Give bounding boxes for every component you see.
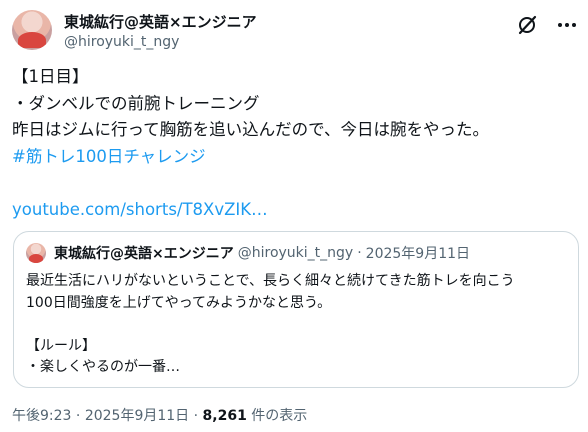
post-time[interactable]: 午後9:23 [12, 408, 71, 424]
quoted-separator: · [357, 245, 362, 261]
quoted-line: 最近生活にハリがないということで、長らく細々と続けてきた筋トレを向こう [26, 273, 515, 289]
quoted-line: 【ルール】 [26, 337, 96, 354]
author-block: 東城紘行@英語×エンジニア @hiroyuki_t_ngy [64, 13, 257, 52]
quoted-avatar [26, 243, 46, 263]
post-line: 【1日目】 [12, 67, 89, 86]
post-header: 東城紘行@英語×エンジニア @hiroyuki_t_ngy [12, 10, 578, 56]
post-line: ・ダンベルでの前腕トレーニング [12, 93, 260, 113]
quoted-line: ・楽しくやるのが一番… [26, 359, 180, 375]
grok-icon[interactable] [516, 14, 538, 36]
avatar[interactable] [12, 10, 52, 50]
quoted-post[interactable]: 東城紘行@英語×エンジニア @hiroyuki_t_ngy · 2025年9月1… [13, 231, 579, 388]
quoted-author-name: 東城紘行@英語×エンジニア [54, 246, 234, 262]
youtube-link[interactable]: youtube.com/shorts/T8XvZIK… [12, 200, 268, 219]
quoted-author-handle: @hiroyuki_t_ngy [237, 245, 354, 261]
meta-separator: · [189, 408, 203, 424]
view-label: 件の表示 [246, 408, 308, 424]
meta-separator: · [71, 408, 85, 424]
post-text: 【1日目】 ・ダンベルでの前腕トレーニング 昨日はジムに行って胸筋を追い込んだの… [12, 64, 572, 223]
post-line: 昨日はジムに行って胸筋を追い込んだので、今日は腕をやった。 [12, 120, 490, 139]
author-name[interactable]: 東城紘行@英語×エンジニア [64, 13, 257, 32]
quoted-date: 2025年9月11日 [365, 246, 471, 262]
author-handle[interactable]: @hiroyuki_t_ngy [64, 33, 257, 52]
more-icon[interactable] [556, 14, 578, 36]
hashtag-link[interactable]: #筋トレ100日チャレンジ [12, 147, 206, 166]
post-date[interactable]: 2025年9月11日 [85, 408, 189, 424]
post-meta: 午後9:23 · 2025年9月11日 · 8,261 件の表示 [12, 405, 307, 425]
view-count[interactable]: 8,261 [203, 408, 247, 424]
quoted-post-header: 東城紘行@英語×エンジニア @hiroyuki_t_ngy · 2025年9月1… [26, 243, 470, 263]
quoted-text: 最近生活にハリがないということで、長らく細々と続けてきた筋トレを向こう 100日… [26, 271, 571, 379]
quoted-line [26, 314, 571, 336]
header-actions [516, 14, 578, 36]
quoted-line: 100日間強度を上げてやってみようかなと思う。 [26, 294, 332, 311]
